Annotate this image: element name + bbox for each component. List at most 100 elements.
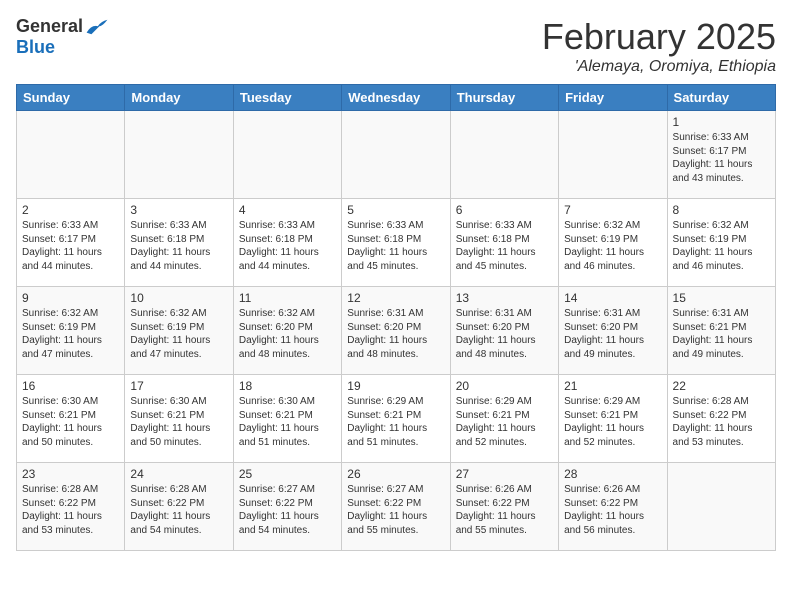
calendar-cell: 18 Sunrise: 6:30 AM Sunset: 6:21 PM Dayli… xyxy=(233,375,341,463)
day-info: Sunrise: 6:32 AM Sunset: 6:19 PM Dayligh… xyxy=(564,219,661,273)
day-number: 5 xyxy=(347,203,444,217)
weekday-header-saturday: Saturday xyxy=(667,85,775,111)
day-info: Sunrise: 6:30 AM Sunset: 6:21 PM Dayligh… xyxy=(239,395,336,449)
calendar-cell: 27 Sunrise: 6:26 AM Sunset: 6:22 PM Dayli… xyxy=(450,463,558,551)
calendar-cell xyxy=(125,111,233,199)
calendar-cell xyxy=(17,111,125,199)
day-info: Sunrise: 6:29 AM Sunset: 6:21 PM Dayligh… xyxy=(347,395,444,449)
day-number: 16 xyxy=(22,379,119,393)
day-number: 15 xyxy=(673,291,770,305)
day-info: Sunrise: 6:33 AM Sunset: 6:18 PM Dayligh… xyxy=(456,219,553,273)
day-number: 10 xyxy=(130,291,227,305)
calendar-table: SundayMondayTuesdayWednesdayThursdayFrid… xyxy=(16,84,776,551)
calendar-cell: 2 Sunrise: 6:33 AM Sunset: 6:17 PM Daylig… xyxy=(17,199,125,287)
day-info: Sunrise: 6:30 AM Sunset: 6:21 PM Dayligh… xyxy=(22,395,119,449)
day-info: Sunrise: 6:30 AM Sunset: 6:21 PM Dayligh… xyxy=(130,395,227,449)
day-info: Sunrise: 6:26 AM Sunset: 6:22 PM Dayligh… xyxy=(564,483,661,537)
day-number: 1 xyxy=(673,115,770,129)
day-number: 7 xyxy=(564,203,661,217)
calendar-cell: 24 Sunrise: 6:28 AM Sunset: 6:22 PM Dayli… xyxy=(125,463,233,551)
calendar-cell: 23Sunrise: 6:28 AM Sunset: 6:22 PM Dayli… xyxy=(17,463,125,551)
calendar-cell: 1Sunrise: 6:33 AM Sunset: 6:17 PM Daylig… xyxy=(667,111,775,199)
day-info: Sunrise: 6:28 AM Sunset: 6:22 PM Dayligh… xyxy=(673,395,770,449)
day-info: Sunrise: 6:29 AM Sunset: 6:21 PM Dayligh… xyxy=(564,395,661,449)
weekday-header-friday: Friday xyxy=(559,85,667,111)
calendar-cell: 3Sunrise: 6:33 AM Sunset: 6:18 PM Daylig… xyxy=(125,199,233,287)
calendar-week-5: 23 Sunrise: 6:28 AM Sunset: 6:22 PM Dayli… xyxy=(17,463,776,551)
day-info: Sunrise: 6:28 AM Sunset: 6:22 PM Dayligh… xyxy=(130,483,227,537)
day-number: 19 xyxy=(347,379,444,393)
calendar-cell: 21 Sunrise: 6:29 AM Sunset: 6:21 PM Dayli… xyxy=(559,375,667,463)
day-info: Sunrise: 6:31 AM Sunset: 6:21 PM Dayligh… xyxy=(673,307,770,361)
calendar-cell: 12Sunrise: 6:31 AM Sunset: 6:20 PM Dayli… xyxy=(342,287,450,375)
day-info: Sunrise: 6:31 AM Sunset: 6:20 PM Dayligh… xyxy=(456,307,553,361)
calendar-cell: 5 Sunrise: 6:33 AM Sunset: 6:18 PM Daylig… xyxy=(342,199,450,287)
day-info: Sunrise: 6:32 AM Sunset: 6:20 PM Dayligh… xyxy=(239,307,336,361)
day-info: Sunrise: 6:27 AM Sunset: 6:22 PM Dayligh… xyxy=(239,483,336,537)
day-number: 14 xyxy=(564,291,661,305)
day-number: 26 xyxy=(347,467,444,481)
calendar-cell: 22Sunrise: 6:28 AM Sunset: 6:22 PM Dayli… xyxy=(667,375,775,463)
day-info: Sunrise: 6:33 AM Sunset: 6:18 PM Dayligh… xyxy=(347,219,444,273)
weekday-header-thursday: Thursday xyxy=(450,85,558,111)
calendar-cell: 14 Sunrise: 6:31 AM Sunset: 6:20 PM Dayli… xyxy=(559,287,667,375)
day-number: 3 xyxy=(130,203,227,217)
day-info: Sunrise: 6:26 AM Sunset: 6:22 PM Dayligh… xyxy=(456,483,553,537)
day-number: 23 xyxy=(22,467,119,481)
calendar-cell xyxy=(233,111,341,199)
calendar-cell: 16 Sunrise: 6:30 AM Sunset: 6:21 PM Dayli… xyxy=(17,375,125,463)
calendar-week-2: 2 Sunrise: 6:33 AM Sunset: 6:17 PM Daylig… xyxy=(17,199,776,287)
day-info: Sunrise: 6:33 AM Sunset: 6:18 PM Dayligh… xyxy=(239,219,336,273)
calendar-cell: 8 Sunrise: 6:32 AM Sunset: 6:19 PM Daylig… xyxy=(667,199,775,287)
day-number: 12 xyxy=(347,291,444,305)
calendar-cell: 28Sunrise: 6:26 AM Sunset: 6:22 PM Dayli… xyxy=(559,463,667,551)
calendar-week-4: 16 Sunrise: 6:30 AM Sunset: 6:21 PM Dayli… xyxy=(17,375,776,463)
calendar-week-1: 1Sunrise: 6:33 AM Sunset: 6:17 PM Daylig… xyxy=(17,111,776,199)
calendar-cell: 15 Sunrise: 6:31 AM Sunset: 6:21 PM Dayli… xyxy=(667,287,775,375)
day-info: Sunrise: 6:32 AM Sunset: 6:19 PM Dayligh… xyxy=(130,307,227,361)
calendar-cell: 20Sunrise: 6:29 AM Sunset: 6:21 PM Dayli… xyxy=(450,375,558,463)
calendar-cell: 9Sunrise: 6:32 AM Sunset: 6:19 PM Daylig… xyxy=(17,287,125,375)
logo-general-text: General xyxy=(16,16,83,37)
day-number: 6 xyxy=(456,203,553,217)
title-block: February 2025 'Alemaya, Oromiya, Ethiopi… xyxy=(542,16,776,76)
day-number: 21 xyxy=(564,379,661,393)
month-title: February 2025 xyxy=(542,16,776,58)
day-number: 13 xyxy=(456,291,553,305)
day-number: 4 xyxy=(239,203,336,217)
day-number: 9 xyxy=(22,291,119,305)
day-number: 25 xyxy=(239,467,336,481)
day-number: 17 xyxy=(130,379,227,393)
day-number: 24 xyxy=(130,467,227,481)
weekday-header-row: SundayMondayTuesdayWednesdayThursdayFrid… xyxy=(17,85,776,111)
day-info: Sunrise: 6:29 AM Sunset: 6:21 PM Dayligh… xyxy=(456,395,553,449)
day-number: 27 xyxy=(456,467,553,481)
weekday-header-wednesday: Wednesday xyxy=(342,85,450,111)
calendar-cell: 6 Sunrise: 6:33 AM Sunset: 6:18 PM Daylig… xyxy=(450,199,558,287)
calendar-cell: 11 Sunrise: 6:32 AM Sunset: 6:20 PM Dayli… xyxy=(233,287,341,375)
calendar-cell: 13 Sunrise: 6:31 AM Sunset: 6:20 PM Dayli… xyxy=(450,287,558,375)
location-title: 'Alemaya, Oromiya, Ethiopia xyxy=(542,58,776,76)
calendar-cell: 10 Sunrise: 6:32 AM Sunset: 6:19 PM Dayli… xyxy=(125,287,233,375)
day-info: Sunrise: 6:33 AM Sunset: 6:17 PM Dayligh… xyxy=(22,219,119,273)
day-number: 11 xyxy=(239,291,336,305)
calendar-cell: 7 Sunrise: 6:32 AM Sunset: 6:19 PM Daylig… xyxy=(559,199,667,287)
day-info: Sunrise: 6:32 AM Sunset: 6:19 PM Dayligh… xyxy=(673,219,770,273)
calendar-cell xyxy=(342,111,450,199)
calendar-cell xyxy=(667,463,775,551)
day-number: 18 xyxy=(239,379,336,393)
page-header: General Blue February 2025 'Alemaya, Oro… xyxy=(16,16,776,76)
weekday-header-sunday: Sunday xyxy=(17,85,125,111)
calendar-cell: 26 Sunrise: 6:27 AM Sunset: 6:22 PM Dayli… xyxy=(342,463,450,551)
day-info: Sunrise: 6:31 AM Sunset: 6:20 PM Dayligh… xyxy=(564,307,661,361)
logo: General Blue xyxy=(16,16,109,58)
calendar-cell xyxy=(559,111,667,199)
day-number: 2 xyxy=(22,203,119,217)
calendar-week-3: 9 Sunrise: 6:32 AM Sunset: 6:19 PM Daylig… xyxy=(17,287,776,375)
weekday-header-tuesday: Tuesday xyxy=(233,85,341,111)
day-info: Sunrise: 6:27 AM Sunset: 6:22 PM Dayligh… xyxy=(347,483,444,537)
logo-blue-text: Blue xyxy=(16,37,55,58)
calendar-cell: 4 Sunrise: 6:33 AM Sunset: 6:18 PM Daylig… xyxy=(233,199,341,287)
calendar-cell: 25 Sunrise: 6:27 AM Sunset: 6:22 PM Dayli… xyxy=(233,463,341,551)
day-number: 8 xyxy=(673,203,770,217)
